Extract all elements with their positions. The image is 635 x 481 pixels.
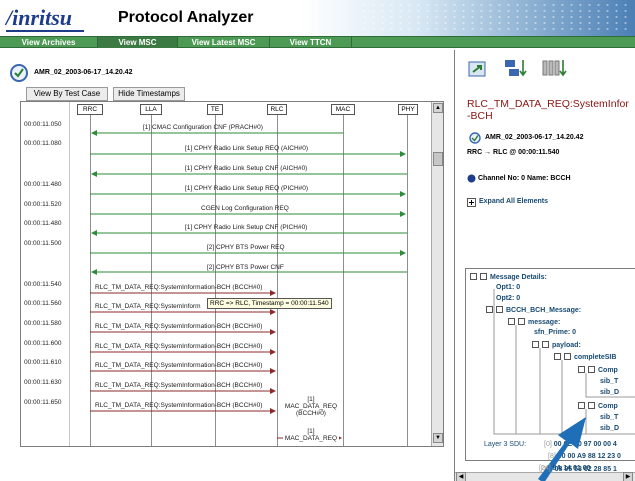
file-name: AMR_02_2003-06-17_14.20.42: [34, 69, 133, 76]
channel-info: Channel No: 0 Name: BCCH: [478, 175, 571, 182]
message-title: RLC_TM_DATA_REQ:SystemInfor -BCH: [467, 98, 629, 122]
msg-label[interactable]: [1] CPHY Radio Link Setup CNF (AICH#0): [185, 165, 307, 172]
msg-label[interactable]: [1] CPHY Radio Link Setup REQ (PICH#0): [185, 185, 308, 192]
scroll-right-icon[interactable]: ▶: [623, 472, 633, 481]
msc-vertical-scrollbar[interactable]: ▲ ▼: [431, 102, 443, 446]
header-dot-pattern: [360, 2, 630, 32]
msg-label[interactable]: [1] CMAC Configuration CNF (PRACH#0): [143, 124, 263, 131]
message-route: RRC → RLC @ 00:00:11.540: [467, 149, 560, 156]
scroll-up-icon[interactable]: ▲: [433, 103, 443, 113]
sdu-row: [24] 9A 14 01 00: [539, 465, 591, 472]
detail-toolbar: [468, 60, 567, 77]
msg-label[interactable]: RLC_TM_DATA_REQ:SystemInform: [95, 303, 201, 310]
msg-label[interactable]: [1] CPHY Radio Link Setup CNF (PICH#0): [185, 224, 307, 231]
msg-label[interactable]: RLC_TM_DATA_REQ:SystemInformation-BCH (B…: [95, 402, 262, 409]
nav-view-archives[interactable]: View Archives: [0, 37, 98, 48]
refresh-check-icon[interactable]: [469, 132, 481, 144]
msg-label[interactable]: [2] CPHY BTS Power CNF: [207, 264, 284, 271]
mac-msg-label[interactable]: [1] MAC_DATA_REQ (BCCH#0): [283, 396, 339, 417]
msg-label[interactable]: CGEN Log Configuration REQ: [201, 205, 289, 212]
msg-label[interactable]: [1] CPHY Radio Link Setup REQ (AICH#0): [185, 145, 308, 152]
scroll-down-icon[interactable]: ▼: [433, 433, 443, 443]
sort-columns-icon: [542, 60, 567, 77]
logo-underline: [6, 30, 84, 32]
hide-timestamps-button[interactable]: Hide Timestamps: [113, 87, 185, 101]
detail-file-name: AMR_02_2003-06-17_14.20.42: [485, 134, 584, 141]
msg-label[interactable]: [2] CPHY BTS Power REQ: [207, 244, 285, 251]
expand-all-link[interactable]: Expand All Elements: [479, 198, 548, 205]
msc-arrows: [90, 130, 407, 441]
msg-label[interactable]: RLC_TM_DATA_REQ:SystemInformation-BCH (B…: [95, 343, 262, 350]
nav-view-ttcn[interactable]: View TTCN: [270, 37, 352, 48]
scroll-thumb[interactable]: [433, 152, 443, 166]
view-by-test-case-button[interactable]: View By Test Case: [26, 87, 108, 101]
refresh-check-icon[interactable]: [10, 64, 28, 82]
scroll-left-icon[interactable]: ◀: [456, 472, 466, 481]
expand-all-icon[interactable]: [467, 198, 476, 207]
header: /inritsu Protocol Analyzer: [0, 0, 635, 36]
nav-view-latest-msc[interactable]: View Latest MSC: [178, 37, 270, 48]
mac-msg-label[interactable]: [1] MAC_DATA_REQ: [283, 428, 339, 442]
msc-diagram-panel: 00:00:11.050 00:00:11.080 00:00:11.480 0…: [20, 101, 444, 447]
anritsu-logo: /inritsu: [6, 5, 73, 30]
nav-view-msc[interactable]: View MSC: [98, 37, 178, 48]
channel-bullet-icon: [467, 174, 476, 183]
export-icon: [468, 61, 486, 77]
message-tooltip: RRC => RLC, Timestamp = 00:00:11.540: [207, 298, 332, 309]
msg-label[interactable]: RLC_TM_DATA_REQ:SystemInformation-BCH (B…: [95, 284, 262, 291]
msg-label[interactable]: RLC_TM_DATA_REQ:SystemInformation-BCH (B…: [95, 382, 262, 389]
msg-label[interactable]: RLC_TM_DATA_REQ:SystemInformation-BCH (B…: [95, 362, 262, 369]
msg-label[interactable]: RLC_TM_DATA_REQ:SystemInformation-BCH (B…: [95, 323, 262, 330]
app-title: Protocol Analyzer: [118, 9, 254, 26]
sort-tree-icon: [505, 60, 527, 77]
top-navigation: View Archives View MSC View Latest MSC V…: [0, 36, 635, 48]
